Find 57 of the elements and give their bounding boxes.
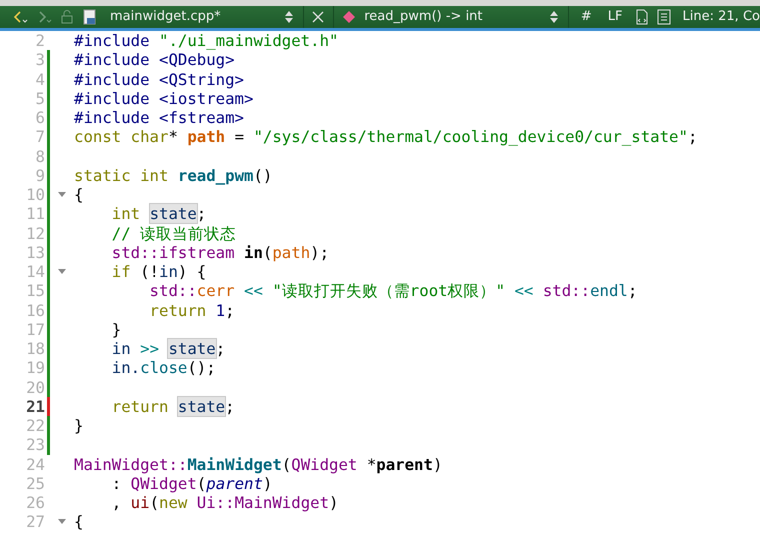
file-name-dropdown[interactable]: mainwidget.cpp*: [110, 7, 279, 27]
code-line: return 1;: [148, 300, 235, 320]
line-number: 4: [34, 70, 45, 89]
line-number: 16: [25, 300, 45, 320]
line-number: 8: [34, 146, 45, 166]
fold-arrow-icon[interactable]: [58, 192, 66, 198]
line-number: 17: [25, 320, 45, 339]
line-number: 21: [25, 396, 45, 416]
line-number: 10: [25, 185, 45, 204]
code-line: }: [110, 320, 122, 339]
line-number: 27: [25, 512, 45, 532]
cursor-position-label[interactable]: Line: 21, Co: [682, 7, 760, 27]
code-line: #include "./ui_mainwidget.h": [74, 31, 338, 50]
code-line: #include <QString>: [74, 70, 244, 89]
hash-label: #: [580, 8, 593, 26]
code-line: in.close();: [110, 358, 216, 378]
line-number: 6: [34, 108, 45, 128]
code-line: std::ifstream in(path);: [110, 242, 330, 262]
line-number: 15: [25, 281, 45, 300]
code-line: in >> state;: [110, 339, 226, 358]
symbol-dropdown[interactable]: read_pwm() -> int: [364, 7, 544, 27]
code-line: MainWidget::MainWidget(QWidget *parent): [74, 454, 442, 474]
code-line: std::cerr << "读取打开失败（需root权限）" << std::endl;: [148, 281, 638, 300]
code-line: , ui(new Ui::MainWidget): [110, 493, 338, 512]
line-ending-label[interactable]: LF: [600, 7, 631, 27]
code-line: int state;: [110, 204, 206, 224]
line-number: 24: [25, 454, 45, 474]
code-line: const char* path = "/sys/class/thermal/cooling_device0/cur_state";: [74, 127, 698, 146]
line-number: 14: [25, 262, 45, 282]
code-line: static int read_pwm(): [74, 166, 272, 185]
code-line: #include <fstream>: [74, 108, 244, 128]
code-line: : QWidget(parent): [110, 474, 272, 493]
fold-arrow-icon[interactable]: [58, 268, 66, 275]
line-number: 20: [25, 378, 45, 397]
code-line: #include <iostream>: [74, 88, 254, 108]
line-number: 25: [25, 474, 45, 493]
line-number: 11: [25, 204, 45, 224]
line-number: 9: [34, 166, 45, 185]
code-line: // 读取当前状态: [110, 224, 236, 243]
line-number: 5: [34, 88, 45, 108]
line-number: 26: [25, 493, 45, 512]
line-number: 19: [25, 358, 45, 378]
code-line: if (!in) {: [110, 262, 206, 282]
line-number: 13: [25, 242, 45, 262]
line-number: 18: [25, 339, 45, 358]
code-line: {: [74, 512, 84, 532]
code-line: return state;: [110, 396, 235, 416]
line-number: 3: [34, 50, 45, 70]
code-line: }: [74, 416, 84, 436]
code-line: #include <QDebug>: [74, 50, 235, 70]
line-number: 22: [25, 416, 45, 436]
line-number: 7: [34, 127, 45, 146]
line-number: 2: [34, 31, 45, 50]
code-line: {: [74, 185, 84, 204]
fold-arrow-icon[interactable]: [58, 518, 66, 525]
line-number: 23: [25, 435, 45, 454]
line-number: 12: [25, 224, 45, 243]
